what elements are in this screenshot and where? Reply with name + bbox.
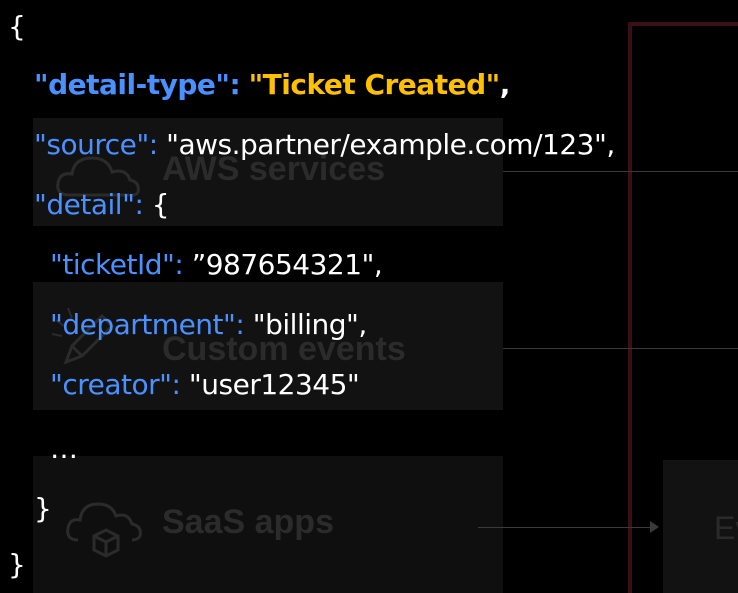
source-value: "aws.partner/example.com/123", (166, 128, 615, 161)
saas-arrow-head (650, 521, 659, 533)
department-key: "department": (50, 308, 245, 341)
json-close-brace: } (8, 548, 26, 581)
json-detail-close-brace: } (34, 492, 52, 525)
detail-open-brace: { (151, 188, 170, 221)
custom-flow-line (503, 348, 738, 349)
detail-type-value: "Ticket Created" (248, 68, 501, 101)
detail-type-key: "detail-type": (34, 68, 241, 101)
json-line-detail-type: "detail-type": "Ticket Created", (34, 68, 510, 101)
json-line-source: "source": "aws.partner/example.com/123", (34, 128, 615, 161)
source-key: "source": (34, 128, 158, 161)
ticket-id-key: "ticketId": (50, 248, 184, 281)
cloud-box-icon (66, 490, 146, 565)
saas-flow-line (478, 527, 656, 528)
target-label: Ev (714, 510, 738, 546)
json-line-ticket-id: "ticketId": ”987654321", (50, 248, 383, 281)
department-value: "billing", (252, 308, 368, 341)
ticket-id-value: ”987654321", (191, 248, 383, 281)
json-ellipsis: … (50, 432, 78, 465)
detail-type-comma: , (499, 68, 511, 101)
detail-key: "detail": (34, 188, 144, 221)
json-line-department: "department": "billing", (50, 308, 367, 341)
json-open-brace: { (8, 10, 26, 43)
json-line-creator: "creator": "user12345" (50, 368, 360, 401)
json-line-detail: "detail": { (34, 188, 170, 221)
creator-key: "creator": (50, 368, 181, 401)
aws-flow-line (503, 171, 738, 172)
saas-apps-label: SaaS apps (162, 503, 334, 541)
creator-value: "user12345" (188, 368, 360, 401)
